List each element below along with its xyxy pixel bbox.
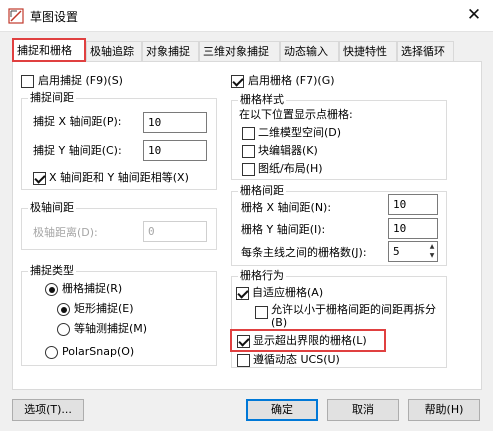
sheet-layout-label: 图纸/布局(H): [258, 162, 323, 175]
snap-y-spacing-input[interactable]: 10: [143, 140, 207, 161]
grid-x-spacing-label: 栅格 X 轴间距(N):: [241, 201, 332, 214]
grid-style-legend: 栅格样式: [238, 93, 286, 106]
isometric-snap-radio[interactable]: [57, 323, 70, 336]
model-space-label: 二维模型空间(D): [258, 126, 342, 139]
options-button[interactable]: 选项(T)...: [12, 399, 84, 421]
snap-spacing-legend: 捕捉间距: [28, 91, 76, 104]
allow-subdivision-checkbox[interactable]: [255, 306, 268, 319]
tab-polar-tracking[interactable]: 极轴追踪: [86, 41, 142, 61]
snap-type-legend: 捕捉类型: [28, 264, 76, 277]
major-line-count-label: 每条主线之间的栅格数(J):: [241, 246, 367, 259]
help-button[interactable]: 帮助(H): [408, 399, 480, 421]
tab-quick-properties[interactable]: 快捷特性: [339, 41, 397, 61]
grid-spacing-legend: 栅格间距: [238, 184, 286, 197]
grid-x-spacing-input[interactable]: 10: [388, 194, 438, 215]
display-beyond-limits-label: 显示超出界限的栅格(L): [253, 334, 367, 347]
window-title: 草图设置: [30, 10, 79, 24]
grid-style-description: 在以下位置显示点栅格:: [239, 108, 353, 121]
equal-spacing-checkbox[interactable]: [33, 172, 46, 185]
tab-3d-object-snap[interactable]: 三维对象捕捉: [199, 41, 280, 61]
polar-spacing-legend: 极轴间距: [28, 201, 76, 214]
polar-distance-label: 极轴距离(D):: [33, 226, 98, 239]
display-beyond-limits-checkbox[interactable]: [237, 335, 250, 348]
enable-snap-label: 启用捕捉 (F9)(S): [38, 74, 123, 87]
tab-object-snap[interactable]: 对象捕捉: [142, 41, 199, 61]
enable-grid-label: 启用栅格 (F7)(G): [248, 74, 335, 87]
enable-grid-checkbox[interactable]: [231, 75, 244, 88]
tab-dynamic-input[interactable]: 动态输入: [280, 41, 339, 61]
snap-x-spacing-input[interactable]: 10: [143, 112, 207, 133]
adaptive-grid-checkbox[interactable]: [236, 287, 249, 300]
equal-spacing-label: X 轴间距和 Y 轴间距相等(X): [49, 171, 189, 184]
polar-snap-radio[interactable]: [45, 346, 58, 359]
ok-button[interactable]: 确定: [246, 399, 318, 421]
grid-behavior-legend: 栅格行为: [238, 269, 286, 282]
cancel-button[interactable]: 取消: [327, 399, 399, 421]
rectangular-snap-radio[interactable]: [57, 303, 70, 316]
grid-y-spacing-input[interactable]: 10: [388, 218, 438, 239]
snap-y-spacing-label: 捕捉 Y 轴间距(C):: [33, 144, 122, 157]
isometric-snap-label: 等轴测捕捉(M): [74, 322, 148, 335]
polar-distance-input[interactable]: 0: [143, 221, 207, 242]
snap-x-spacing-label: 捕捉 X 轴间距(P):: [33, 115, 122, 128]
model-space-checkbox[interactable]: [242, 127, 255, 140]
tab-selection-cycling[interactable]: 选择循环: [397, 41, 454, 61]
block-editor-checkbox[interactable]: [242, 145, 255, 158]
polar-snap-label: PolarSnap(O): [62, 345, 135, 358]
close-icon[interactable]: ✕: [461, 2, 487, 28]
enable-snap-checkbox[interactable]: [21, 75, 34, 88]
drafting-settings-icon: [8, 8, 24, 24]
allow-subdivision-label: 允许以小于栅格间距的间距再拆分(B): [271, 303, 436, 329]
follow-dynamic-ucs-checkbox[interactable]: [237, 354, 250, 367]
grid-snap-radio[interactable]: [45, 283, 58, 296]
spin-up-icon[interactable]: ▲: [427, 242, 437, 251]
spin-down-icon[interactable]: ▼: [427, 251, 437, 260]
adaptive-grid-label: 自适应栅格(A): [252, 286, 324, 299]
follow-dynamic-ucs-label: 遵循动态 UCS(U): [253, 353, 340, 366]
tab-snap-and-grid[interactable]: 捕捉和栅格: [12, 38, 86, 62]
block-editor-label: 块编辑器(K): [258, 144, 318, 157]
grid-y-spacing-label: 栅格 Y 轴间距(I):: [241, 223, 326, 236]
rectangular-snap-label: 矩形捕捉(E): [74, 302, 134, 315]
grid-snap-label: 栅格捕捉(R): [62, 282, 123, 295]
sheet-layout-checkbox[interactable]: [242, 163, 255, 176]
